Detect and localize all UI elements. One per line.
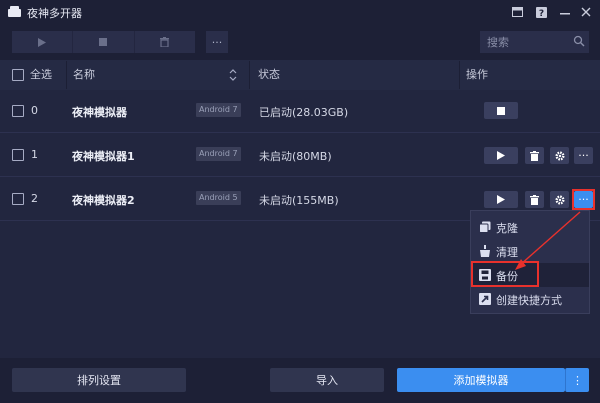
arrange-settings-button[interactable]: 排列设置 [12, 368, 186, 392]
add-emulator-more-button[interactable]: ⋮ [565, 368, 589, 392]
add-emulator-button[interactable]: 添加模拟器 [397, 368, 565, 392]
annotation-arrow-icon [515, 211, 581, 270]
import-button[interactable]: 导入 [270, 368, 384, 392]
bottom-bar: 排列设置 导入 添加模拟器 ⋮ [0, 358, 600, 403]
